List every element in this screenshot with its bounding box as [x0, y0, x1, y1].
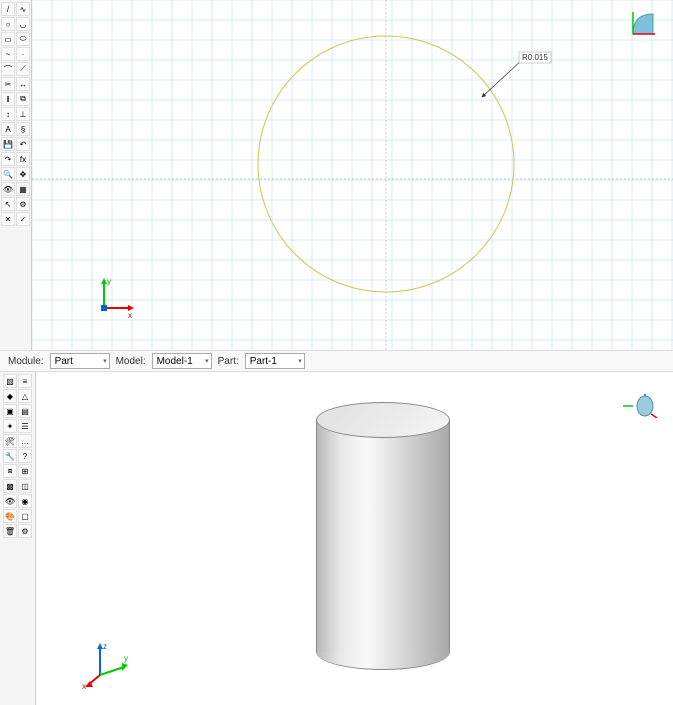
part-select[interactable]: Part-1 — [245, 353, 305, 369]
undo-button[interactable]: ↶ — [16, 137, 30, 151]
color-button[interactable]: 🎨 — [3, 509, 17, 523]
redo-button[interactable]: ↷ — [1, 152, 15, 166]
svg-text:y: y — [124, 654, 128, 663]
dimension-button[interactable]: ↕ — [1, 107, 15, 121]
line-button[interactable]: / — [1, 2, 15, 16]
feature-button[interactable]: ▣ — [3, 404, 17, 418]
module-label: Module: — [8, 356, 44, 367]
view-orientation-cube[interactable] — [621, 394, 659, 418]
constraint-button[interactable]: ⊥ — [16, 107, 30, 121]
part-canvas[interactable]: z y x — [36, 372, 673, 705]
sketch-canvas[interactable]: R0.015 y x — [32, 0, 673, 350]
query-button[interactable]: ? — [18, 449, 32, 463]
sketch-pane: /∿○◡▭⬭~·⌒⟋✂↔‖⧉↕⊥A§💾↶↷fx🔍✥👁▦↖⚙✕✓ R0.015 y — [0, 0, 673, 350]
instance-button[interactable]: ⊞ — [18, 464, 32, 478]
options-button[interactable]: ⚙ — [18, 524, 32, 538]
partition-button[interactable]: ▤ — [18, 404, 32, 418]
select-button[interactable]: ↖ — [1, 197, 15, 211]
offset-button[interactable]: ‖ — [1, 92, 15, 106]
radius-dimension[interactable]: R0.015 — [482, 52, 551, 97]
pan-button[interactable]: ✥ — [16, 167, 30, 181]
part-cylinder[interactable] — [316, 402, 450, 670]
polyline-button[interactable]: ∿ — [16, 2, 30, 16]
assembly-button[interactable]: ⧈ — [3, 464, 17, 478]
fillet-button[interactable]: ⌒ — [1, 62, 15, 76]
radius-dimension-text: R0.015 — [522, 53, 548, 62]
sketch-grid: R0.015 — [32, 0, 673, 350]
misc-button[interactable]: … — [18, 434, 32, 448]
zoom-button[interactable]: 🔍 — [1, 167, 15, 181]
exit-button[interactable]: ✕ — [1, 212, 15, 226]
options-button[interactable]: ⚙ — [16, 197, 30, 211]
create-part-button[interactable]: ▧ — [3, 374, 17, 388]
chamfer-button[interactable]: ⟋ — [16, 62, 30, 76]
datum-button[interactable]: ✦ — [3, 419, 17, 433]
section-button[interactable]: ◫ — [18, 479, 32, 493]
shape-button[interactable]: ◆ — [3, 389, 17, 403]
circle-button[interactable]: ○ — [1, 17, 15, 31]
spline-button[interactable]: ~ — [1, 47, 15, 61]
trim-button[interactable]: ✂ — [1, 77, 15, 91]
context-bar: Module: Part Model: Model-1 Part: Part-1 — [0, 350, 673, 372]
geometry-button[interactable]: △ — [18, 389, 32, 403]
render-button[interactable]: ◉ — [18, 494, 32, 508]
text-button[interactable]: A — [1, 122, 15, 136]
rectangle-button[interactable]: ▭ — [1, 32, 15, 46]
delete-button[interactable]: 🗑 — [3, 524, 17, 538]
symbol-button[interactable]: § — [16, 122, 30, 136]
view-button[interactable]: 👁 — [3, 494, 17, 508]
repair-button[interactable]: 🔧 — [3, 449, 17, 463]
mirror-button[interactable]: ⧉ — [16, 92, 30, 106]
part-manager-button[interactable]: ≡ — [18, 374, 32, 388]
arc-button[interactable]: ◡ — [16, 17, 30, 31]
part-label: Part: — [218, 356, 239, 367]
model-select[interactable]: Model-1 — [152, 353, 212, 369]
model-label: Model: — [116, 356, 146, 367]
grid-button[interactable]: ▦ — [16, 182, 30, 196]
point-button[interactable]: · — [16, 47, 30, 61]
part-pane: Module: Part Model: Model-1 Part: Part-1… — [0, 350, 673, 705]
sketch-toolbar: /∿○◡▭⬭~·⌒⟋✂↔‖⧉↕⊥A§💾↶↷fx🔍✥👁▦↖⚙✕✓ — [0, 0, 32, 350]
svg-text:z: z — [103, 642, 107, 651]
done-button[interactable]: ✓ — [16, 212, 30, 226]
extend-button[interactable]: ↔ — [16, 77, 30, 91]
display-button[interactable]: ▢ — [18, 509, 32, 523]
sets-button[interactable]: ☰ — [18, 419, 32, 433]
save-button[interactable]: 💾 — [1, 137, 15, 151]
tools-button[interactable]: 🛠 — [3, 434, 17, 448]
part-csys-triad: z y x — [82, 641, 132, 691]
mesh-button[interactable]: ▩ — [3, 479, 17, 493]
svg-text:x: x — [82, 682, 86, 691]
fx-button[interactable]: fx — [16, 152, 30, 166]
part-toolbar: ▧≡◆△▣▤✦☰🛠…🔧?⧈⊞▩◫👁◉🎨▢🗑⚙ — [0, 372, 36, 705]
module-select[interactable]: Part — [50, 353, 110, 369]
view-button[interactable]: 👁 — [1, 182, 15, 196]
ellipse-button[interactable]: ⬭ — [16, 32, 30, 46]
